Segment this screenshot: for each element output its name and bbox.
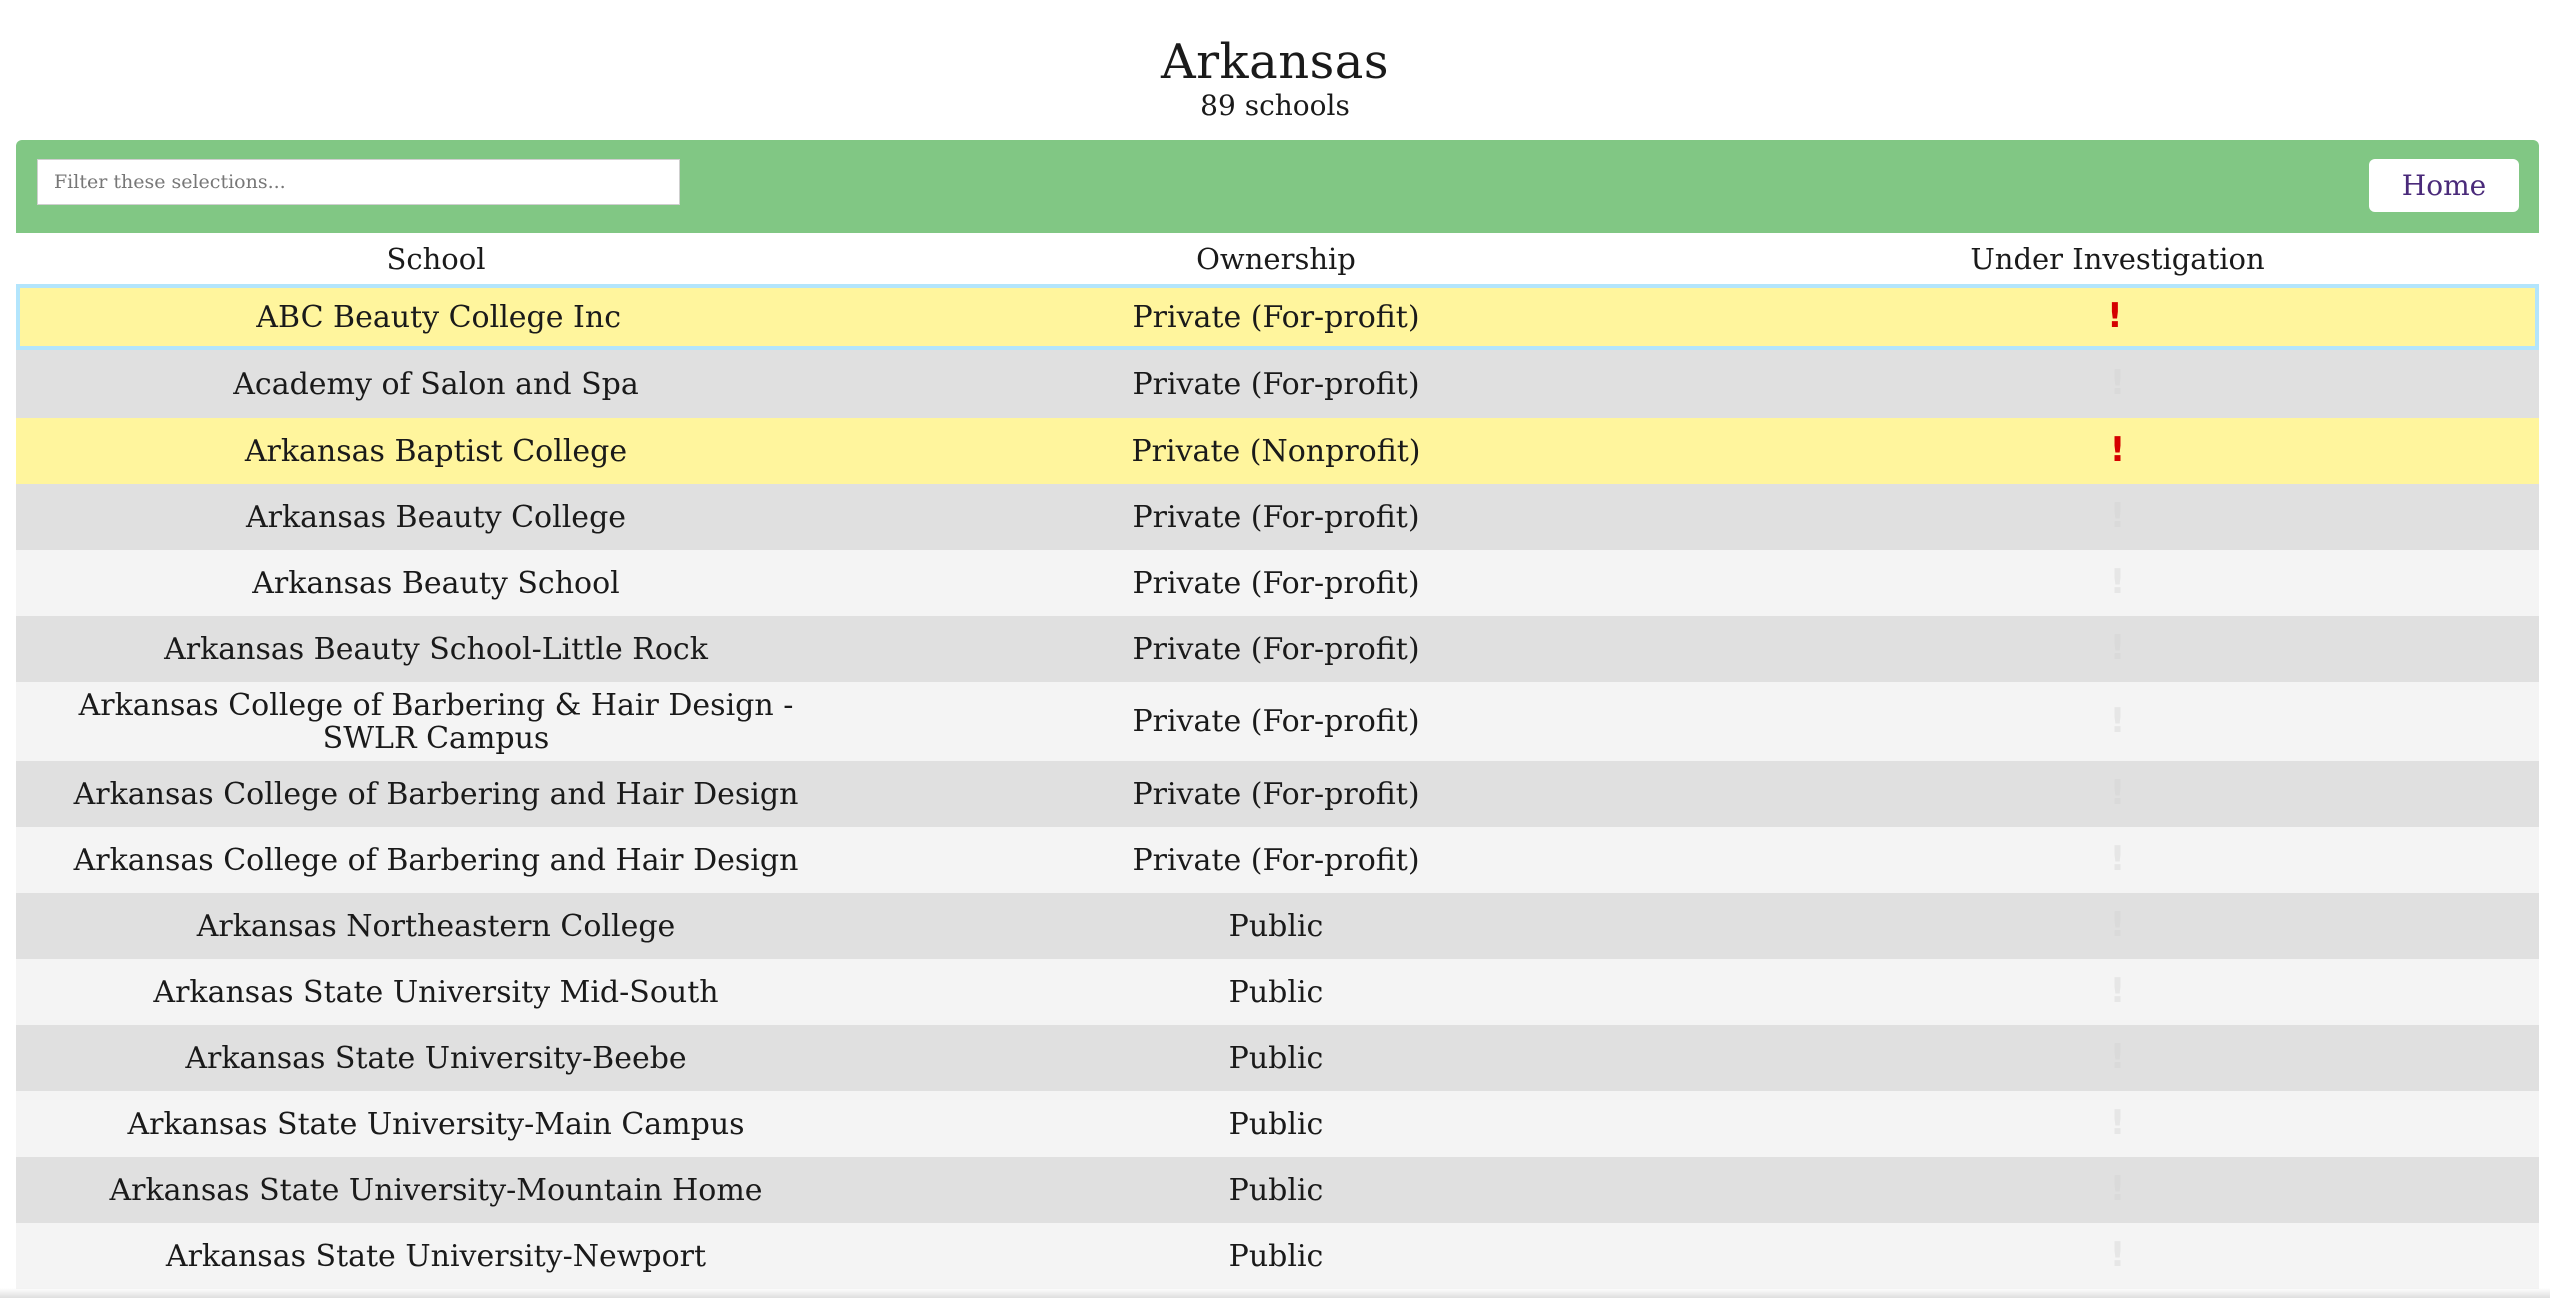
investigation-status: ! [1696,631,2539,666]
ownership: Private (For-profit) [1132,704,1420,739]
exclamation-icon: ! [2109,700,2126,741]
school-name[interactable]: Arkansas State University-Beebe [16,1042,856,1075]
ownership: Public [1228,908,1324,944]
table-row[interactable]: ABC Beauty College Inc Private (For-profi… [16,284,2539,350]
investigation-status: ! [1696,1238,2539,1273]
exclamation-icon: ! [2109,1169,2126,1209]
home-button[interactable]: Home [2369,159,2519,212]
table-row[interactable]: Arkansas State University-Newport Public! [16,1223,2539,1289]
table-row[interactable]: Arkansas Beauty School-Little Rock Privat… [16,616,2539,682]
ownership: Public [1228,1106,1324,1142]
table-row[interactable]: Arkansas Beauty School Private (For-profi… [16,550,2539,616]
ownership: Public [1228,1040,1324,1076]
exclamation-icon: ! [2109,1103,2126,1143]
investigation-status: ! [1696,908,2539,943]
table-row[interactable]: Arkansas State University-Mountain Home P… [16,1157,2539,1223]
school-name[interactable]: Arkansas College of Barbering and Hair D… [16,778,856,811]
exclamation-icon: ! [2109,628,2126,668]
exclamation-icon: ! [2109,971,2126,1011]
investigation-status: ! [1696,1172,2539,1207]
exclamation-icon: ! [2109,839,2126,879]
ownership: Private (For-profit) [1132,299,1420,335]
school-name[interactable]: Arkansas State University-Newport [16,1240,856,1273]
school-name[interactable]: Arkansas College of Barbering & Hair Des… [16,689,856,755]
filter-input[interactable] [37,159,680,205]
table-row[interactable]: Arkansas Baptist College Private (Nonprof… [16,418,2539,484]
school-name[interactable]: Arkansas College of Barbering and Hair D… [16,844,856,877]
exclamation-icon: ! [2109,1235,2126,1275]
column-header-ownership[interactable]: Ownership [856,242,1696,276]
table-row[interactable]: Arkansas College of Barbering and Hair D… [16,761,2539,827]
investigation-status: ! [1696,565,2539,600]
page: Arkansas 89 schools Home School Ownershi… [0,0,2550,1298]
exclamation-icon: ! [2107,296,2123,336]
table-row[interactable]: Arkansas College of Barbering and Hair D… [16,827,2539,893]
school-name[interactable]: Arkansas Beauty School [16,567,856,600]
school-name[interactable]: Arkansas State University-Main Campus [16,1108,856,1141]
ownership: Public [1228,1238,1324,1274]
table-row[interactable]: Arkansas State University-Beebe Public! [16,1025,2539,1091]
table-row[interactable]: Academy of Salon and Spa Private (For-pro… [16,350,2539,418]
school-name[interactable]: Arkansas Beauty College [16,501,856,534]
exclamation-icon: ! [2109,430,2126,470]
investigation-status: ! [1695,299,2535,334]
exclamation-icon: ! [2109,562,2126,602]
exclamation-icon: ! [2109,496,2126,536]
school-name[interactable]: Arkansas Northeastern College [16,910,856,943]
investigation-status: ! [1696,842,2539,877]
school-name[interactable]: Academy of Salon and Spa [16,368,856,401]
ownership: Private (For-profit) [1132,776,1420,812]
investigation-status: ! [1696,776,2539,811]
ownership: Private (Nonprofit) [1131,433,1421,469]
table-body: ABC Beauty College Inc Private (For-profi… [16,284,2539,1289]
investigation-status: ! [1696,1106,2539,1141]
exclamation-icon: ! [2109,905,2126,945]
investigation-status: ! [1696,704,2539,739]
table-row[interactable]: Arkansas State University-Main Campus Pub… [16,1091,2539,1157]
table-row[interactable]: Arkansas State University Mid-South Publi… [16,959,2539,1025]
investigation-status: ! [1696,366,2539,401]
school-name[interactable]: Arkansas Baptist College [16,435,856,468]
table-row[interactable]: Arkansas Northeastern College Public! [16,893,2539,959]
table-header: School Ownership Under Investigation [16,233,2539,284]
ownership: Private (For-profit) [1132,631,1420,667]
school-name[interactable]: Arkansas Beauty School-Little Rock [16,633,856,666]
school-name[interactable]: Arkansas State University-Mountain Home [16,1174,856,1207]
exclamation-icon: ! [2109,773,2126,813]
investigation-status: ! [1696,499,2539,534]
page-header: Arkansas 89 schools [0,0,2550,122]
bottom-shadow [0,1288,2550,1298]
ownership: Private (For-profit) [1132,499,1420,535]
ownership: Private (For-profit) [1132,366,1420,402]
table-row[interactable]: Arkansas Beauty College Private (For-prof… [16,484,2539,550]
ownership: Private (For-profit) [1132,565,1420,601]
column-header-under-investigation[interactable]: Under Investigation [1696,242,2539,276]
ownership: Private (For-profit) [1132,842,1420,878]
page-title: Arkansas [1160,34,1390,90]
schools-table: School Ownership Under Investigation ABC… [16,233,2539,1289]
ownership: Public [1228,974,1324,1010]
exclamation-icon: ! [2109,363,2126,403]
school-name[interactable]: Arkansas State University Mid-South [16,976,856,1009]
exclamation-icon: ! [2109,1037,2126,1077]
investigation-status: ! [1696,974,2539,1009]
investigation-status: ! [1696,433,2539,468]
school-name[interactable]: ABC Beauty College Inc [20,301,857,334]
table-row[interactable]: Arkansas College of Barbering & Hair Des… [16,682,2539,761]
ownership: Public [1228,1172,1324,1208]
toolbar: Home [16,140,2539,233]
school-count: 89 schools [1200,89,1350,122]
column-header-school[interactable]: School [16,242,856,276]
investigation-status: ! [1696,1040,2539,1075]
